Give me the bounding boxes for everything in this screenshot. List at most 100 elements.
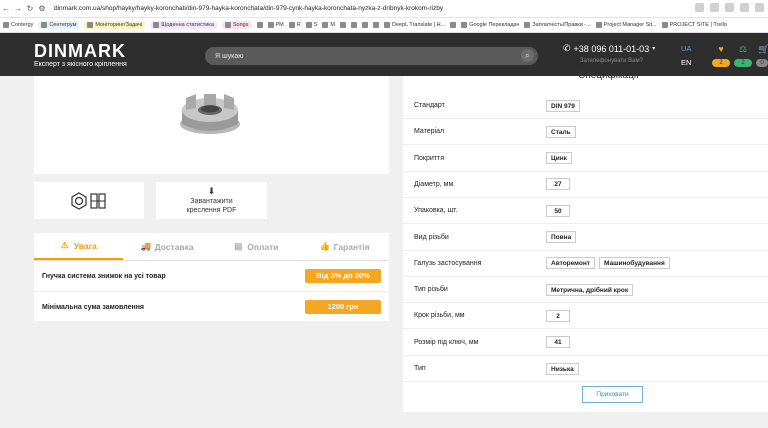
extension-icon[interactable] [755,3,764,12]
tab-2[interactable]: 🚚 Доставка [123,233,212,260]
bookmark-item[interactable] [362,22,368,28]
spec-value-chip[interactable]: Метрична, дрібний крок [546,283,634,296]
spec-value-chip[interactable]: Повна [546,231,577,243]
spec-key: Упаковка, шт. [414,207,458,215]
spec-value-chip[interactable]: 41 [546,336,570,349]
bookmark-item[interactable]: Сентегрум [38,21,80,29]
lang-ua[interactable]: UA [681,44,691,53]
bookmark-favicon-icon [288,22,295,28]
bookmark-favicon-icon [256,22,263,28]
site-info-icon[interactable]: ⚙ [36,4,48,13]
bookmark-label: Заплатність/Правки -... [532,22,591,28]
bookmark-label: S [313,22,318,28]
phone-number[interactable]: ✆ +38 096 011-01-03 ▾ [563,43,655,54]
bookmark-item[interactable]: Contergy [3,22,33,28]
cart-icon[interactable]: 🛒 [756,44,768,55]
bookmark-favicon-icon [461,22,468,28]
spec-value-chip[interactable]: Авторемонт [546,257,595,270]
spec-row: Розмір під ключ, мм 41 [403,330,768,356]
info-panel: ⚠ Увага 🚚 Доставка ▤ Оплати 👍 Гарантія Гнучка с… [34,233,389,323]
bookmark-item[interactable]: Project Manager Sit... [595,22,657,28]
bookmark-favicon-icon [41,22,48,28]
cart-count: 0 [756,59,768,67]
tab-4[interactable]: 👍 Гарантія [300,233,389,260]
spec-values: 27 [546,178,570,191]
bookmark-item[interactable]: Заплатність/Правки -... [524,22,591,28]
bookmark-item[interactable]: DeepL Translate | Н... [384,22,445,28]
back-icon[interactable]: ← [0,4,12,13]
spec-values: Повна [546,231,577,243]
bookmark-favicon-icon [340,22,346,28]
warning-icon: ⚠ [61,240,69,250]
bookmark-item[interactable]: Google Перекладач [461,22,519,28]
extension-icon[interactable] [725,3,734,12]
spec-values: DIN 979 [546,99,580,112]
truck-icon: 🚚 [140,241,152,251]
star-icon[interactable] [695,3,704,12]
spec-value-chip[interactable]: Сталь [546,125,576,138]
spec-row: Діаметр, мм 27 [403,172,768,198]
spec-values: 41 [546,336,570,349]
drawing-scheme-card[interactable] [34,182,144,219]
spec-value-chip[interactable]: Цинк [546,152,572,165]
spec-value-chip[interactable]: Низька [546,362,579,375]
site-logo[interactable]: DINMARK [34,41,126,62]
spec-value-chip[interactable]: 50 [546,204,570,217]
bookmark-item[interactable]: M [322,22,335,28]
bookmark-item[interactable] [450,22,457,28]
info-rows: Гнучка система знижок на усі товар Від 3%… [34,261,389,323]
reload-icon[interactable]: ↻ [24,4,36,13]
spec-values: Низька [546,362,579,375]
bookmark-item[interactable]: R [288,22,301,28]
search-icon[interactable]: ⌕ [521,49,534,62]
chevron-down-icon[interactable]: ▾ [652,45,655,52]
bookmark-item[interactable]: PM [267,22,284,28]
spec-key: Тип [414,365,426,372]
download-pdf-button[interactable]: ⬇ Завантажити креслення PDF [156,182,267,219]
hide-specs-button[interactable]: Приховати [582,386,643,403]
bookmark-item[interactable]: Щоденна статистика [150,21,217,29]
heart-icon[interactable]: ♥ [713,44,729,54]
spec-title: Специфікації [578,70,639,81]
info-label: Гнучка система знижок на усі товар [42,272,166,280]
info-row: Мінімальна сума замовлення 1200 грн [34,292,389,323]
bookmark-item[interactable] [256,22,263,28]
spec-value-chip[interactable]: DIN 979 [546,99,580,112]
bookmark-favicon-icon [267,22,274,28]
bookmark-item[interactable] [373,22,379,28]
compare-icon[interactable]: ⚖ [735,44,751,55]
bookmark-item[interactable]: Моніторинг/Задачі [84,21,146,29]
extension-icon[interactable] [740,3,749,12]
bookmark-label: Щоденна статистика [161,22,214,28]
bookmark-label: R [296,22,301,28]
address-bar[interactable]: dinmark.com.ua/shop/hayky/hayky-koroncha… [54,5,443,12]
tab-3[interactable]: ▤ Оплати [212,233,301,260]
bookmark-item[interactable]: PROJECT SITE | Trello [661,22,727,28]
lang-en[interactable]: EN [681,58,691,67]
spec-values: Метрична, дрібний крок [546,283,634,296]
bookmark-item[interactable]: Songs [221,21,252,29]
spec-value-chip[interactable]: Машинобудування [598,257,670,270]
bookmark-item[interactable] [351,22,357,28]
forward-icon[interactable]: → [12,4,24,13]
product-image-card [34,76,389,174]
spec-values: 2 [546,309,570,322]
extension-icon[interactable] [710,3,719,12]
bookmark-favicon-icon [373,22,379,28]
tab-1[interactable]: ⚠ Увага [34,233,123,260]
spec-value-chip[interactable]: 2 [546,309,570,322]
castle-nut-image [180,94,240,134]
bookmark-label: Contergy [11,22,34,28]
bookmark-item[interactable] [340,22,346,28]
tab-label: Доставка [154,241,194,252]
bookmark-label: PROJECT SITE | Trello [669,22,727,28]
bookmark-item[interactable]: S [305,22,318,28]
bookmark-favicon-icon [153,22,160,28]
spec-value-chip[interactable]: 27 [546,178,570,191]
spec-row: Матеріал Сталь [403,119,768,146]
spec-row: Стандарт DIN 979 [403,93,768,119]
spec-key: Галузь застосування [414,259,482,267]
bookmark-favicon-icon [224,22,231,28]
callback-link[interactable]: Зателефонувати Вам? [580,58,643,64]
search-input[interactable] [215,50,505,62]
